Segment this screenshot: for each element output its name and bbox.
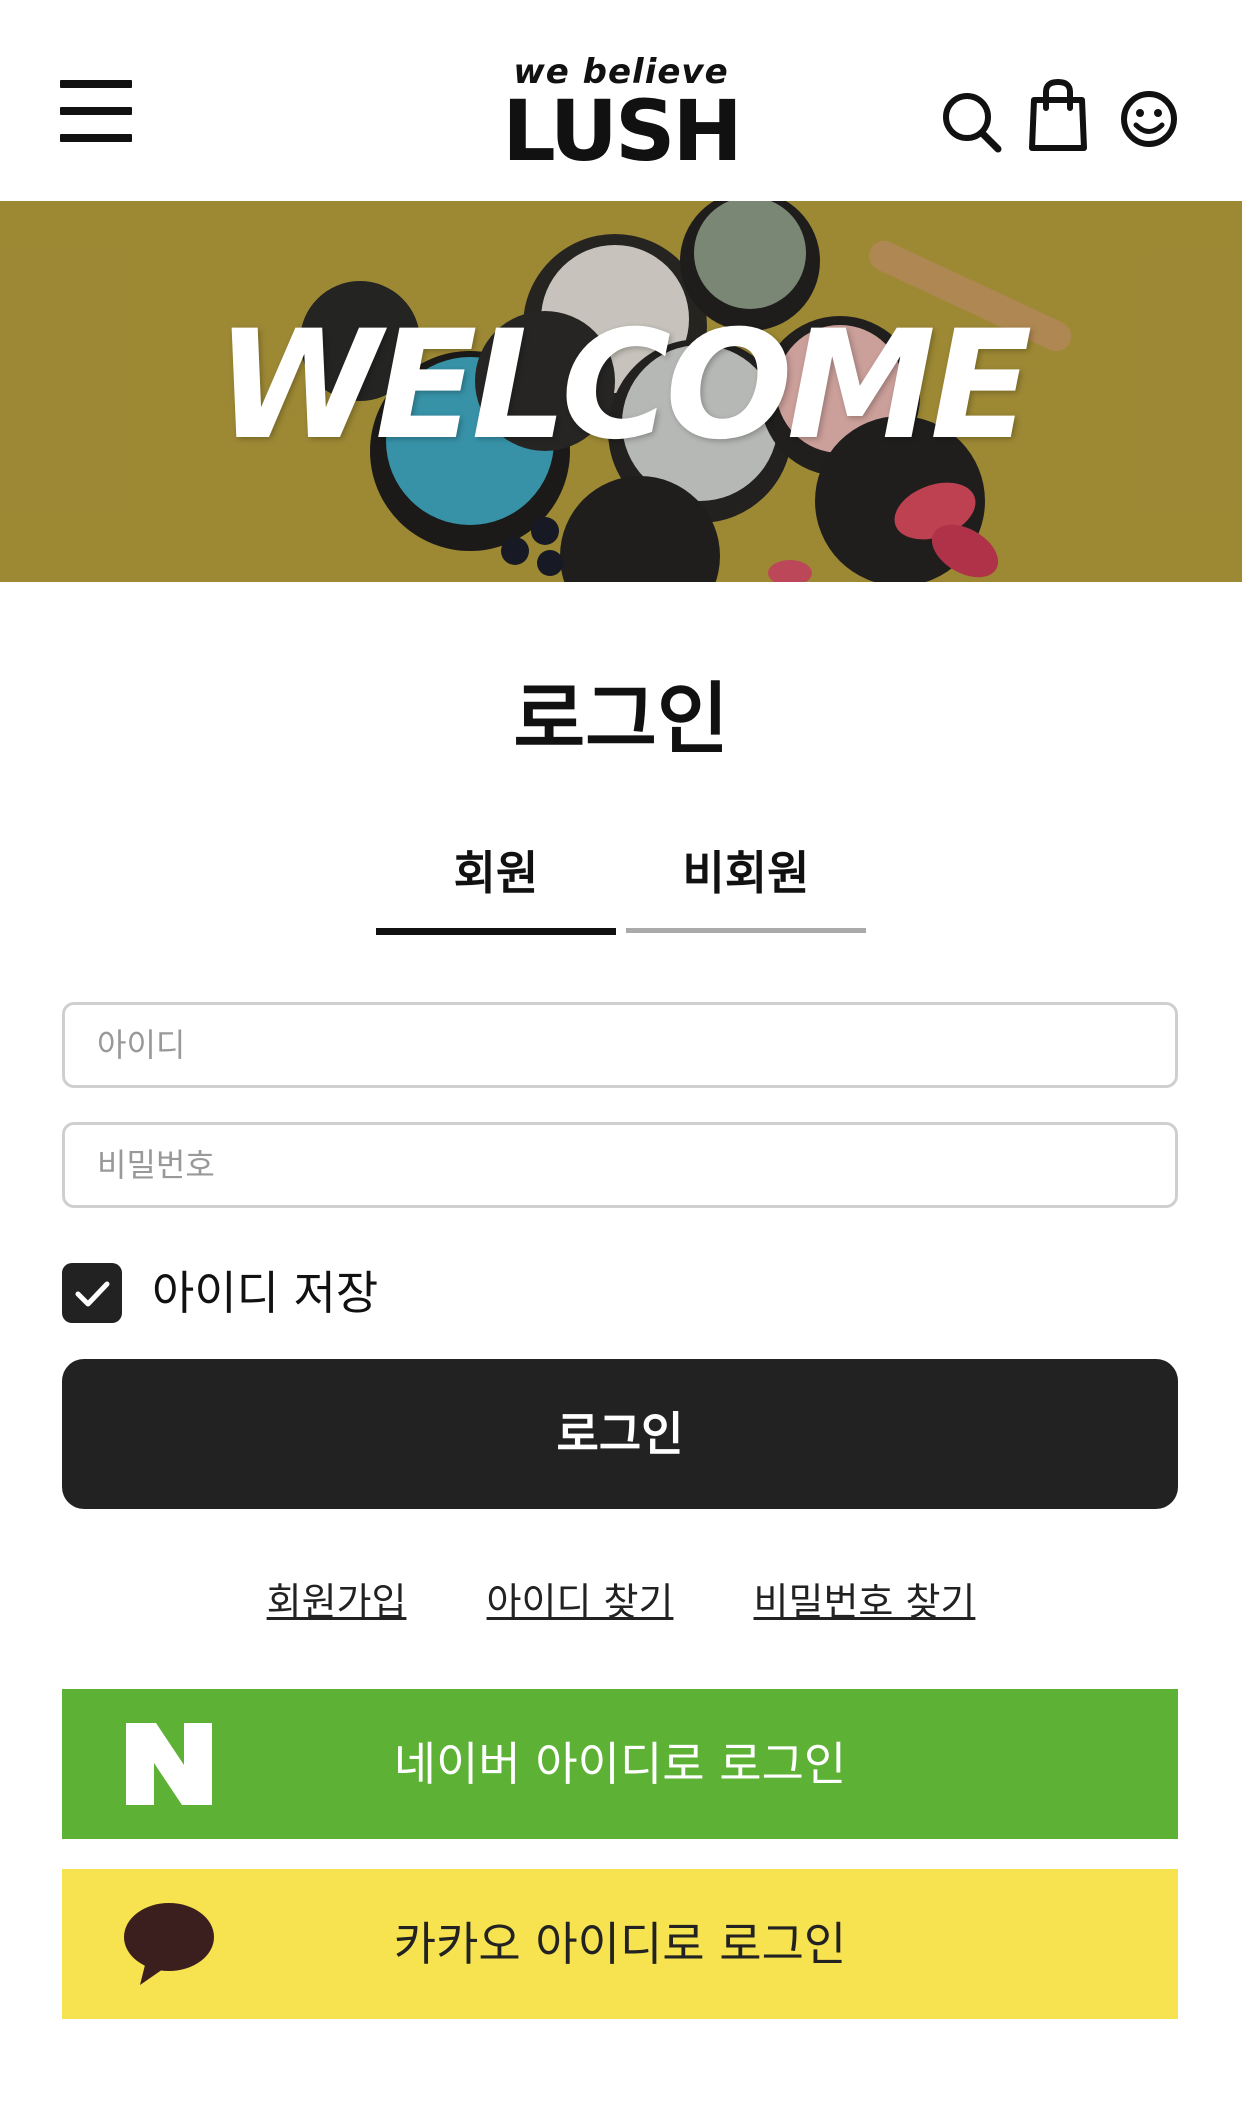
menu-icon[interactable] bbox=[60, 80, 132, 142]
password-input[interactable] bbox=[62, 1122, 1178, 1208]
tab-guest[interactable]: 비회원 bbox=[626, 838, 866, 933]
signup-link[interactable]: 회원가입 bbox=[267, 1580, 407, 1624]
save-id-label: 아이디 저장 bbox=[152, 1266, 379, 1320]
search-icon[interactable] bbox=[940, 86, 1004, 156]
naver-login-label: 네이버 아이디로 로그인 bbox=[393, 1737, 847, 1791]
page-title: 로그인 bbox=[513, 675, 729, 765]
logo-brand: LUSH bbox=[502, 82, 743, 180]
welcome-banner: WELCOME bbox=[0, 201, 1242, 582]
login-button[interactable]: 로그인 bbox=[62, 1359, 1178, 1509]
find-id-link[interactable]: 아이디 찾기 bbox=[487, 1580, 674, 1624]
save-id-checkbox[interactable] bbox=[62, 1263, 122, 1323]
checkmark-icon bbox=[75, 1281, 110, 1307]
account-links: 회원가입 아이디 찾기 비밀번호 찾기 bbox=[0, 1572, 1242, 1632]
naver-login-button[interactable]: 네이버 아이디로 로그인 bbox=[62, 1689, 1178, 1839]
kakao-login-button[interactable]: 카카오 아이디로 로그인 bbox=[62, 1869, 1178, 2019]
kakao-speech-bubble-icon bbox=[124, 1903, 214, 1985]
smiley-account-icon[interactable] bbox=[1120, 90, 1184, 160]
id-input[interactable] bbox=[62, 1002, 1178, 1088]
tab-member[interactable]: 회원 bbox=[376, 838, 616, 935]
brand-logo[interactable]: we believe LUSH bbox=[500, 52, 743, 180]
banner-welcome-text: WELCOME bbox=[215, 299, 1033, 473]
find-password-link[interactable]: 비밀번호 찾기 bbox=[754, 1580, 976, 1624]
kakao-login-label: 카카오 아이디로 로그인 bbox=[393, 1917, 847, 1971]
shopping-bag-icon[interactable] bbox=[1028, 78, 1092, 152]
header: we believe LUSH bbox=[0, 0, 1242, 200]
naver-logo-icon bbox=[126, 1723, 212, 1805]
